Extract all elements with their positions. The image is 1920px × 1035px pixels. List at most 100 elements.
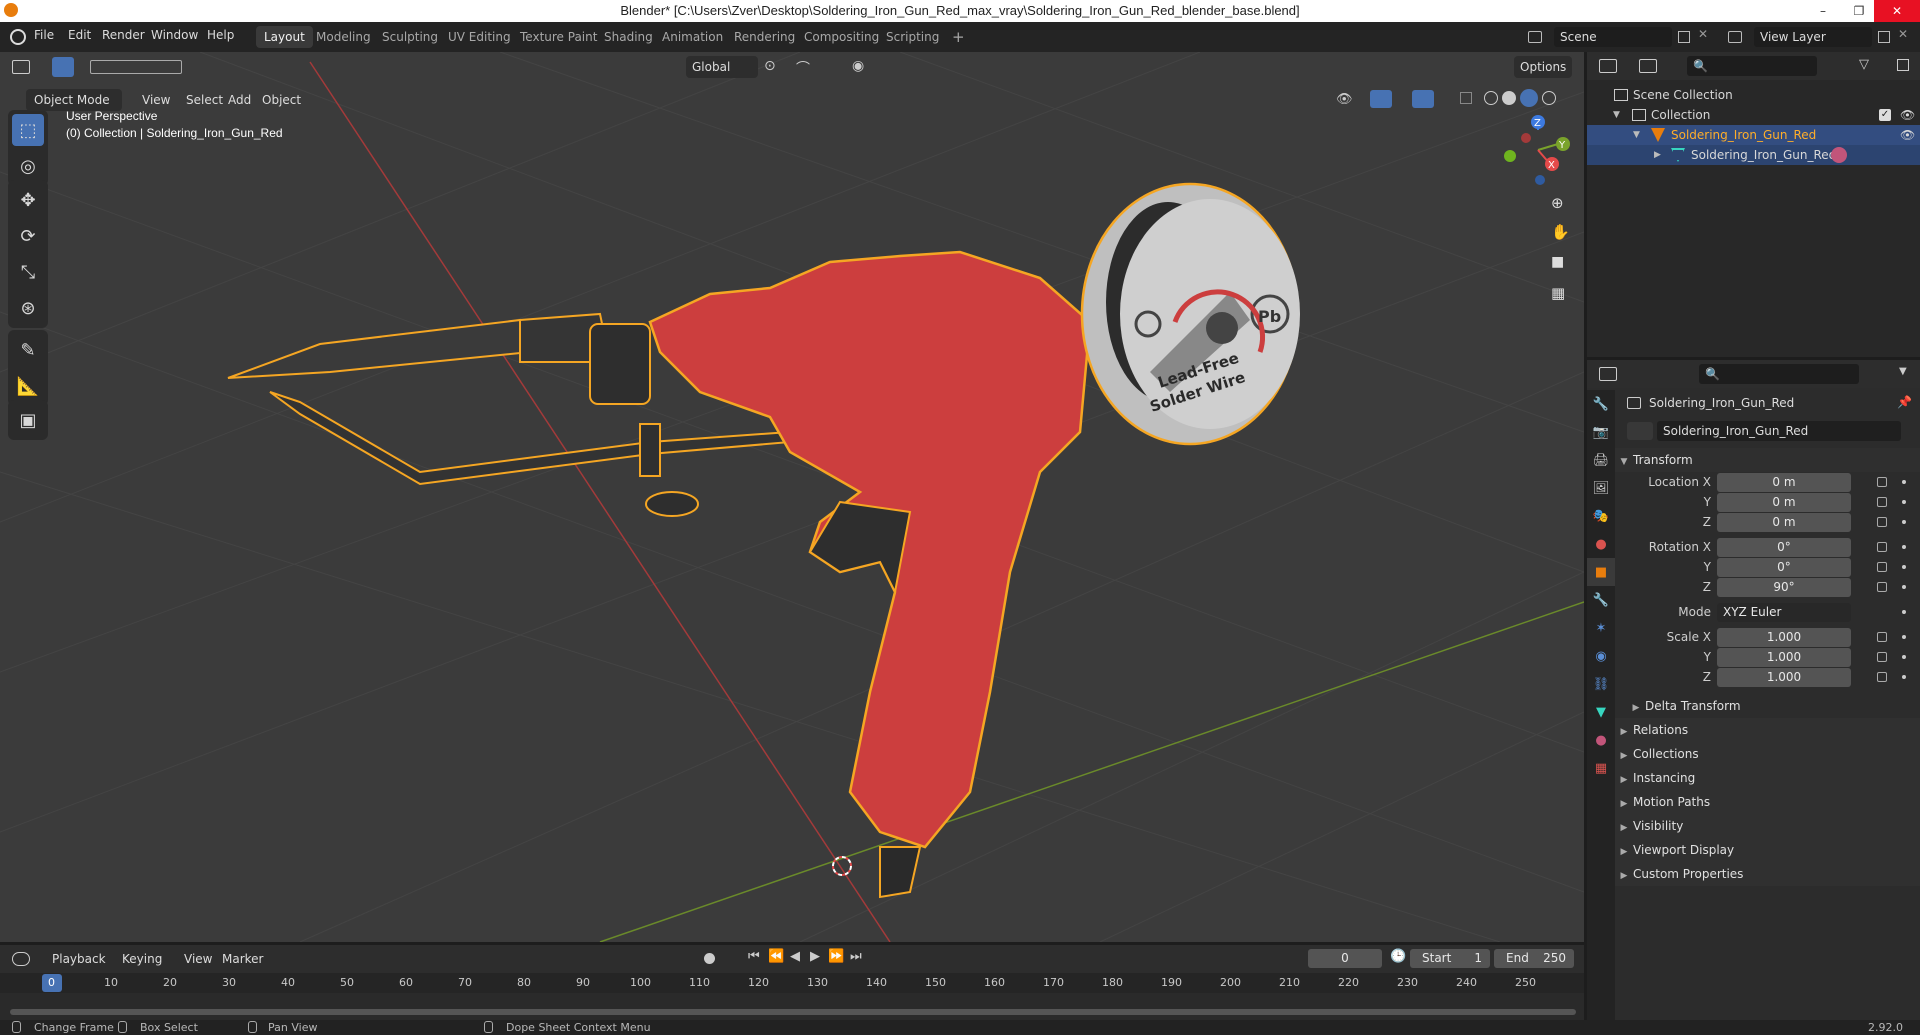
render-tab-icon[interactable]: 📷 [1587, 418, 1615, 446]
solid-shading-icon[interactable] [1502, 91, 1516, 105]
frame-ruler[interactable]: 0 10 20 30 40 50 60 70 80 90 100 110 120… [0, 973, 1584, 993]
view-layer-selector[interactable]: View Layer [1754, 27, 1872, 47]
new-view-layer-icon[interactable] [1878, 31, 1890, 43]
constraints-tab-icon[interactable]: ⛓ [1587, 670, 1615, 698]
camera-view-icon[interactable]: ■ [1551, 254, 1564, 270]
proportional-edit-icon[interactable]: ◉ [852, 58, 864, 74]
scale-tool-icon[interactable]: ⤡ [12, 256, 44, 288]
snap-icon[interactable]: ⌒ [796, 58, 810, 78]
tab-scripting[interactable]: Scripting [878, 26, 947, 48]
visibility-icon[interactable]: 👁 [1336, 92, 1353, 107]
options-dropdown[interactable]: Options [1514, 56, 1573, 78]
outliner-editor-icon[interactable] [1599, 59, 1617, 73]
overlay-toggle-icon[interactable] [1412, 90, 1434, 108]
editor-type-icon[interactable] [12, 60, 30, 74]
scale-y-field[interactable]: 1.000 [1717, 648, 1851, 667]
next-keyframe-icon[interactable]: ⏩ [828, 949, 844, 964]
collections-section-header[interactable]: ▶ Collections [1615, 742, 1920, 766]
lock-icon[interactable] [1877, 582, 1887, 592]
lock-icon[interactable] [1877, 517, 1887, 527]
lock-icon[interactable] [1877, 477, 1887, 487]
location-y-field[interactable]: 0 m [1717, 493, 1851, 512]
location-z-field[interactable]: 0 m [1717, 513, 1851, 532]
tab-sculpting[interactable]: Sculpting [374, 26, 446, 48]
select-box-tool-icon[interactable]: ⬚ [12, 114, 44, 146]
keyframe-dot-icon[interactable] [1902, 545, 1906, 549]
current-frame-field[interactable]: 0 [1308, 949, 1382, 968]
viewport-display-section-header[interactable]: ▶ Viewport Display [1615, 838, 1920, 862]
pan-hand-icon[interactable]: ✋ [1551, 223, 1570, 241]
custom-properties-section-header[interactable]: ▶ Custom Properties [1615, 862, 1920, 886]
output-tab-icon[interactable]: 🖨 [1587, 446, 1615, 474]
object-tab-icon[interactable]: ■ [1587, 558, 1615, 586]
physics-tab-icon[interactable]: ◉ [1587, 642, 1615, 670]
xray-icon[interactable] [1460, 92, 1472, 104]
gizmo-toggle-icon[interactable] [1370, 90, 1392, 108]
new-scene-icon[interactable] [1678, 31, 1690, 43]
pin-icon[interactable]: 📌 [1897, 395, 1912, 409]
new-collection-icon[interactable] [1897, 59, 1909, 71]
transform-section-header[interactable]: ▼ Transform [1615, 448, 1920, 472]
object-name-field[interactable]: Soldering_Iron_Gun_Red [1657, 421, 1901, 441]
rotation-z-field[interactable]: 90° [1717, 578, 1851, 597]
texture-tab-icon[interactable]: ▦ [1587, 754, 1615, 782]
wireframe-shading-icon[interactable] [1484, 91, 1498, 105]
menu-help[interactable]: Help [207, 28, 234, 42]
pivot-point-icon[interactable]: ⊙ [764, 58, 776, 74]
outliner-row-collection[interactable]: ▼ Collection ✓ 👁 [1587, 105, 1920, 125]
keyframe-dot-icon[interactable] [1902, 635, 1906, 639]
tab-animation[interactable]: Animation [654, 26, 731, 48]
prev-keyframe-icon[interactable]: ⏪ [768, 949, 784, 964]
data-tab-icon[interactable]: ▼ [1587, 698, 1615, 726]
scene-selector[interactable]: Scene [1554, 27, 1672, 47]
transform-orientation-dropdown[interactable]: Global [686, 56, 758, 78]
play-reverse-icon[interactable]: ◀ [790, 949, 800, 964]
lock-icon[interactable] [1877, 562, 1887, 572]
particles-tab-icon[interactable]: ✶ [1587, 614, 1615, 642]
properties-search-input[interactable]: 🔍 [1699, 364, 1859, 384]
motion-paths-section-header[interactable]: ▶ Motion Paths [1615, 790, 1920, 814]
tab-compositing[interactable]: Compositing [796, 26, 887, 48]
timeline-menu-keying[interactable]: Keying [116, 948, 168, 970]
collection-visibility-icon[interactable]: 👁 [1900, 105, 1915, 125]
menu-window[interactable]: Window [151, 28, 198, 42]
cursor-tool-icon[interactable]: ◎ [12, 150, 44, 182]
relations-section-header[interactable]: ▶ Relations [1615, 718, 1920, 742]
expand-arrow-icon[interactable]: ▶ [1654, 145, 1661, 165]
lock-icon[interactable] [1877, 542, 1887, 552]
auto-keying-icon[interactable] [704, 953, 715, 964]
menu-edit[interactable]: Edit [68, 28, 91, 42]
outliner-search-input[interactable]: 🔍 [1687, 56, 1817, 76]
tool-tab-icon[interactable]: 🔧 [1587, 390, 1615, 418]
keyframe-dot-icon[interactable] [1902, 480, 1906, 484]
jump-start-icon[interactable]: ⏮ [748, 949, 760, 964]
add-workspace-button[interactable]: + [944, 26, 973, 48]
menu-render[interactable]: Render [102, 28, 145, 42]
close-button[interactable]: ✕ [1874, 0, 1920, 22]
viewport-menu-add[interactable]: Add [222, 89, 257, 111]
viewport-menu-object[interactable]: Object [256, 89, 307, 111]
lock-icon[interactable] [1877, 672, 1887, 682]
measure-tool-icon[interactable]: 📐 [12, 370, 44, 402]
expand-arrow-icon[interactable]: ▼ [1633, 125, 1640, 145]
play-icon[interactable]: ▶ [810, 949, 820, 964]
tab-modeling[interactable]: Modeling [308, 26, 379, 48]
outliner-row-object[interactable]: ▼ Soldering_Iron_Gun_Red 👁 [1587, 125, 1920, 145]
select-set-icon[interactable] [90, 60, 182, 74]
scale-z-field[interactable]: 1.000 [1717, 668, 1851, 687]
scale-x-field[interactable]: 1.000 [1717, 628, 1851, 647]
rendered-shading-icon[interactable] [1542, 91, 1556, 105]
properties-editor-icon[interactable] [1599, 367, 1617, 381]
jump-end-icon[interactable]: ⏭ [850, 949, 862, 964]
viewport-menu-view[interactable]: View [136, 89, 176, 111]
tab-layout[interactable]: Layout [256, 26, 313, 48]
timeline-scrollbar[interactable] [10, 1009, 1576, 1015]
select-mode-icon[interactable] [52, 57, 74, 77]
clock-icon[interactable]: 🕒 [1390, 949, 1406, 964]
keyframe-dot-icon[interactable] [1902, 520, 1906, 524]
scene-tab-icon[interactable]: 🎭 [1587, 502, 1615, 530]
zoom-icon[interactable]: ⊕ [1551, 194, 1564, 212]
outliner-row-mesh[interactable]: ▶ Soldering_Iron_Gun_Red [1587, 145, 1920, 165]
world-tab-icon[interactable]: ● [1587, 530, 1615, 558]
rotation-y-field[interactable]: 0° [1717, 558, 1851, 577]
